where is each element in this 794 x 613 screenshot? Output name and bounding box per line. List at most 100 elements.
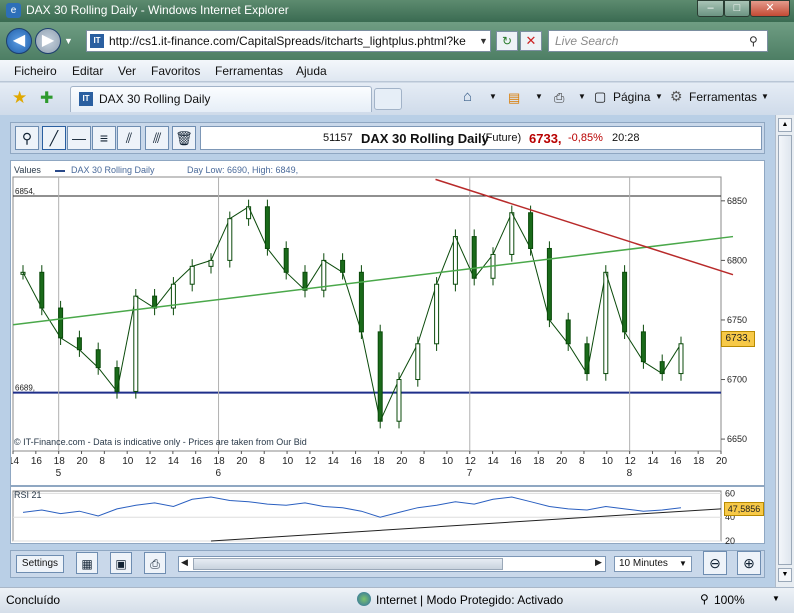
current-price-label: 6733, xyxy=(721,331,755,347)
channel-icon[interactable]: ⫽ xyxy=(117,126,141,150)
x-tick-label: 8 xyxy=(419,456,425,467)
zoom-in-icon[interactable]: ⊕ xyxy=(737,551,761,575)
draw-line-icon[interactable]: ╱ xyxy=(42,126,66,150)
tab-label: DAX 30 Rolling Daily xyxy=(99,92,211,106)
print-icon[interactable]: ⎙ xyxy=(554,90,564,106)
save-icon[interactable]: ▣ xyxy=(110,552,132,574)
zoom-cursor-icon[interactable]: ⚲ xyxy=(15,126,39,150)
close-button[interactable]: ✕ xyxy=(750,0,790,17)
zoom-level[interactable]: 100% xyxy=(714,593,745,607)
rsi-chart-svg: 604020 xyxy=(12,488,735,546)
x-tick-label: 20 xyxy=(77,456,89,467)
menu-editar[interactable]: Editar xyxy=(72,64,103,78)
price-path-segment xyxy=(436,236,456,285)
legend-swatch xyxy=(55,170,65,172)
minimize-button[interactable]: – xyxy=(697,0,724,17)
page-menu[interactable]: Página xyxy=(613,90,650,104)
x-tick-label: 14 xyxy=(168,456,180,467)
rsi-y-tick-label: 20 xyxy=(725,536,735,545)
horizontal-line-icon[interactable]: — xyxy=(67,126,91,150)
x-tick-label: 12 xyxy=(305,456,317,467)
legend-day-range: Day Low: 6690, High: 6849, xyxy=(187,165,299,175)
parallel-lines-icon[interactable]: ⫻ xyxy=(145,126,169,150)
search-placeholder: Live Search xyxy=(555,34,619,48)
candle-body xyxy=(377,331,383,422)
price-chart[interactable]: 685068006750670066506854,6689,1416182081… xyxy=(8,160,765,486)
maximize-button[interactable]: □ xyxy=(724,0,750,17)
price-path-segment xyxy=(360,331,381,422)
tools-menu[interactable]: Ferramentas xyxy=(689,90,757,104)
refresh-icon[interactable]: ↻ xyxy=(496,31,518,51)
scroll-right-icon[interactable]: ▶ xyxy=(595,557,602,568)
tools-dropdown-icon[interactable]: ▼ xyxy=(761,92,769,101)
price-path-segment xyxy=(79,349,99,368)
legend-series-name: DAX 30 Rolling Daily xyxy=(71,165,155,175)
price-path-segment xyxy=(267,248,287,273)
address-dropdown-icon[interactable]: ▼ xyxy=(479,31,488,51)
candle-body xyxy=(264,206,270,249)
search-icon[interactable]: ⚲ xyxy=(749,31,758,51)
feeds-icon[interactable]: ▤ xyxy=(508,90,520,106)
scroll-thumb[interactable] xyxy=(778,135,792,565)
zoom-dropdown-icon[interactable]: ▼ xyxy=(772,594,780,603)
price-path-segment xyxy=(210,218,231,261)
back-button[interactable]: ◀ xyxy=(6,28,32,54)
settings-button[interactable]: Settings xyxy=(16,555,64,573)
price-path-segment xyxy=(605,272,626,333)
x-tick-label: 12 xyxy=(465,456,477,467)
feeds-dropdown-icon[interactable]: ▼ xyxy=(535,92,543,101)
time-scroll-thumb[interactable] xyxy=(193,558,503,570)
new-tab-button[interactable] xyxy=(374,88,402,110)
candle-body xyxy=(189,265,195,285)
stop-icon[interactable]: ✕ xyxy=(520,31,542,51)
print-dropdown-icon[interactable]: ▼ xyxy=(578,92,586,101)
zoom-out-icon[interactable]: ⊖ xyxy=(703,551,727,575)
day-label: 6 xyxy=(216,468,222,479)
menu-ajuda[interactable]: Ajuda xyxy=(296,64,327,78)
price-path-segment xyxy=(41,307,62,339)
menu-ferramentas[interactable]: Ferramentas xyxy=(215,64,283,78)
vertical-scrollbar[interactable]: ▲ ▼ xyxy=(775,115,794,587)
add-favorite-icon[interactable]: ✚ xyxy=(40,88,53,108)
search-input[interactable]: Live Search ⚲ xyxy=(548,30,768,52)
time-scrollbar[interactable]: ◀ ▶ xyxy=(178,556,606,572)
home-dropdown-icon[interactable]: ▼ xyxy=(489,92,497,101)
address-input[interactable]: IT http://cs1.it-finance.com/CapitalSpre… xyxy=(86,30,491,52)
history-dropdown-icon[interactable]: ▼ xyxy=(64,36,73,46)
interval-dropdown-icon[interactable]: ▼ xyxy=(679,557,687,571)
scroll-up-icon[interactable]: ▲ xyxy=(778,118,792,132)
calculator-icon[interactable]: ▦ xyxy=(76,552,98,574)
x-tick-label: 20 xyxy=(716,456,728,467)
trash-icon[interactable]: 🗑 xyxy=(172,126,196,150)
candle-body xyxy=(509,212,515,255)
print-chart-icon[interactable]: ⎙ xyxy=(144,552,166,574)
page-dropdown-icon[interactable]: ▼ xyxy=(655,92,663,101)
forward-button[interactable]: ▶ xyxy=(35,28,61,54)
fibonacci-icon[interactable]: ≡ xyxy=(92,126,116,150)
scroll-down-icon[interactable]: ▼ xyxy=(778,568,792,582)
candle-body xyxy=(283,247,289,273)
price-path-segment xyxy=(60,337,80,351)
page-icon: ▢ xyxy=(594,89,607,104)
home-icon[interactable]: ⌂ xyxy=(463,88,472,105)
candle-body xyxy=(114,367,120,392)
rsi-chart[interactable]: 60 40 20 RSI 21 47,5856 xyxy=(10,486,765,546)
ie-icon: e xyxy=(6,3,21,18)
instrument-id: 51157 xyxy=(323,132,353,144)
tab-dax[interactable]: IT DAX 30 Rolling Daily xyxy=(70,86,372,112)
x-tick-label: 20 xyxy=(556,456,568,467)
price-path-segment xyxy=(643,361,663,374)
candle-body xyxy=(340,259,346,273)
menu-ficheiro[interactable]: Ficheiro xyxy=(14,64,57,78)
instrument-price: 6733, xyxy=(529,131,562,146)
x-tick-label: 8 xyxy=(99,456,105,467)
security-zone: Internet | Modo Protegido: Activado xyxy=(376,593,564,607)
menu-ver[interactable]: Ver xyxy=(118,64,136,78)
price-path-segment xyxy=(192,259,212,267)
rsi-line xyxy=(22,496,682,518)
scroll-left-icon[interactable]: ◀ xyxy=(181,557,188,568)
price-path-segment xyxy=(154,283,174,309)
interval-select[interactable]: 10 Minutes ▼ xyxy=(614,556,692,572)
menu-favoritos[interactable]: Favoritos xyxy=(151,64,200,78)
favorites-star-icon[interactable]: ★ xyxy=(12,88,27,108)
